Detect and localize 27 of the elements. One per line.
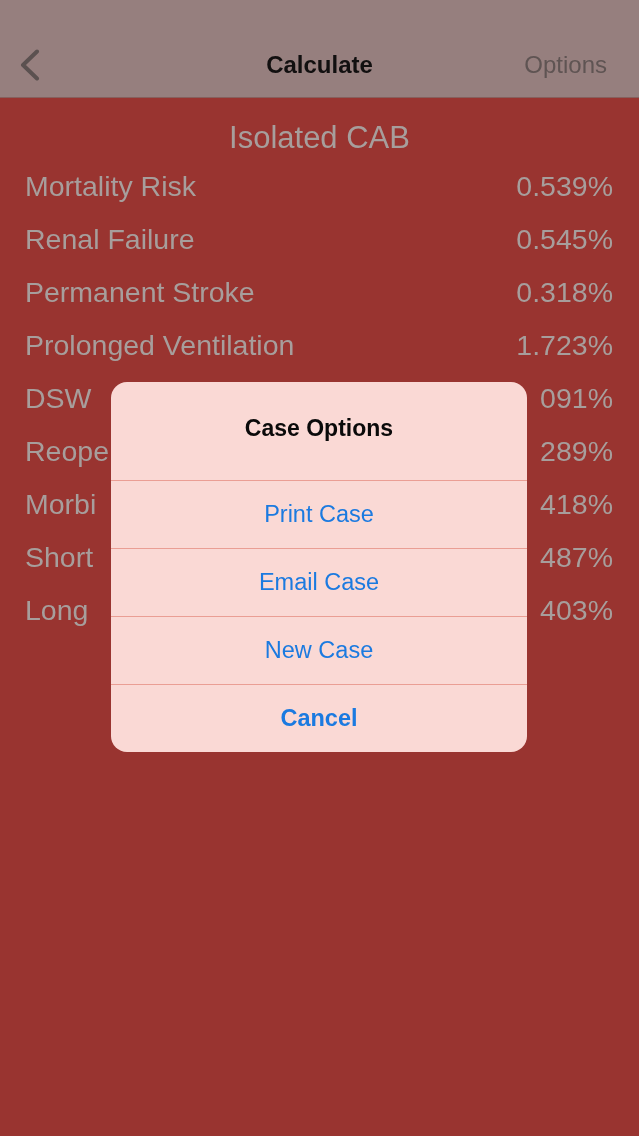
procedure-title: Isolated CAB <box>229 119 410 157</box>
dialog-title: Case Options <box>244 414 394 442</box>
risk-value: 0.545% <box>516 223 613 256</box>
risk-value: 1.723% <box>516 329 613 362</box>
dialog-action-button[interactable]: Email Case <box>111 548 527 616</box>
risk-label: DSW <box>25 382 92 415</box>
risk-label: Permanent Stroke <box>25 276 255 309</box>
risk-value: 0.318% <box>516 276 613 309</box>
risk-label: Reope <box>25 435 109 468</box>
cancel-button[interactable]: Cancel <box>111 684 527 752</box>
back-button[interactable] <box>20 48 40 81</box>
risk-value: 418% <box>540 488 613 521</box>
risk-value: 403% <box>540 594 613 627</box>
risk-label: Mortality Risk <box>25 170 196 203</box>
dialog-action-button[interactable]: New Case <box>111 616 527 684</box>
risk-value: 0.539% <box>516 170 613 203</box>
risk-label: Prolonged Ventilation <box>25 329 295 362</box>
risk-value: 091% <box>540 382 613 415</box>
risk-label: Short <box>25 541 94 574</box>
risk-value: 487% <box>540 541 613 574</box>
risk-value: 289% <box>540 435 613 468</box>
risk-label: Morbi <box>25 488 97 521</box>
back-chevron-icon <box>20 48 40 81</box>
dialog-action-button[interactable]: Print Case <box>111 480 527 548</box>
risk-label: Renal Failure <box>25 223 195 256</box>
screen-title: Calculate <box>266 50 373 79</box>
risk-label: Long <box>25 594 89 627</box>
